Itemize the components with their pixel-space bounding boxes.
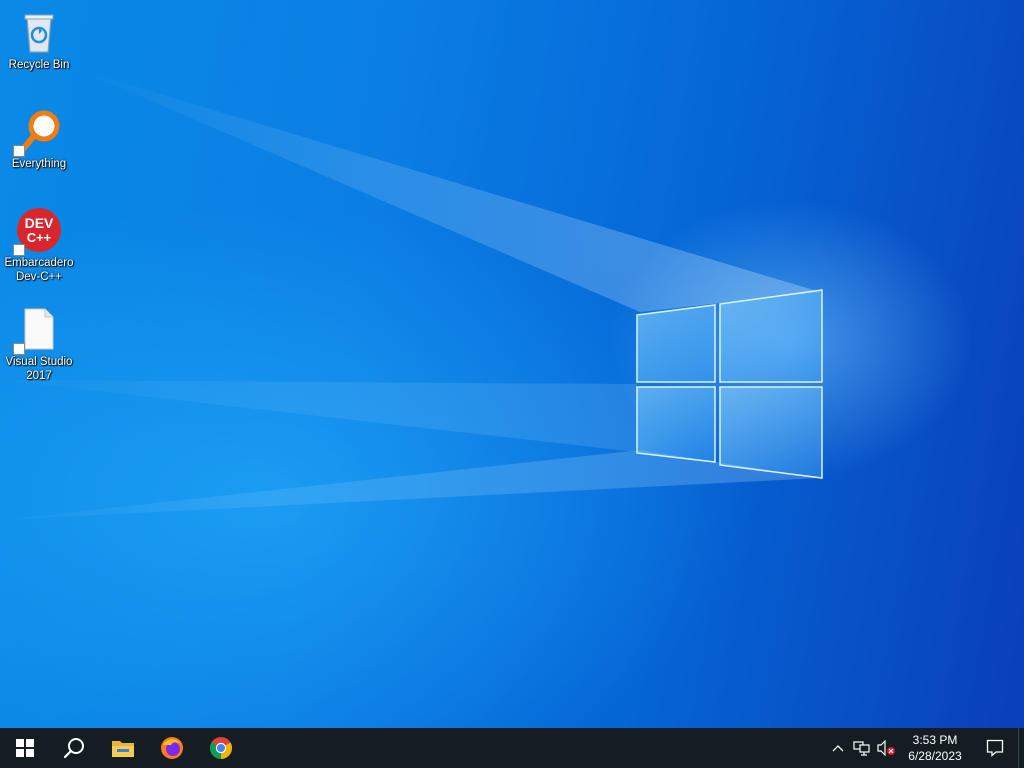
wallpaper-light-rays <box>0 70 823 520</box>
windows-logo <box>636 289 823 479</box>
desktop-icon-everything[interactable]: Everything <box>2 103 76 171</box>
recycle-bin-icon <box>15 8 63 56</box>
network-button[interactable] <box>850 728 874 768</box>
desktop-icon-devcpp[interactable]: DEV C++ Embarcadero Dev-C++ <box>2 202 76 284</box>
action-center-icon <box>986 739 1004 757</box>
desktop-icon-label: Recycle Bin <box>8 59 70 71</box>
windows-start-icon <box>15 739 34 757</box>
clock-time: 3:53 PM <box>912 733 958 747</box>
chrome-button[interactable] <box>196 728 245 768</box>
desktop-icon-label: Everything <box>11 158 67 170</box>
blank-file-icon <box>13 305 63 355</box>
folder-icon <box>111 741 134 757</box>
show-hidden-icons-button[interactable] <box>826 728 850 768</box>
firefox-button[interactable] <box>147 728 196 768</box>
file-explorer-button[interactable] <box>98 728 147 768</box>
search-icon <box>63 738 84 759</box>
network-icon <box>853 741 870 756</box>
svg-text:DEV: DEV <box>25 215 54 231</box>
shortcut-arrow-icon <box>13 244 25 256</box>
desktop-icon-recycle-bin[interactable]: Recycle Bin <box>2 4 76 72</box>
taskbar: 3:53 PM 6/28/2023 <box>0 728 1024 768</box>
start-button[interactable] <box>0 728 49 768</box>
search-button[interactable] <box>49 728 98 768</box>
action-center-button[interactable] <box>972 728 1018 768</box>
desktop-icon-label: Visual Studio 2017 <box>5 356 73 382</box>
clock-date: 6/28/2023 <box>908 749 962 763</box>
chrome-icon <box>209 737 232 759</box>
volume-muted-icon <box>877 740 895 756</box>
firefox-icon <box>160 737 183 759</box>
devcpp-icon: DEV C++ <box>13 206 63 256</box>
clock[interactable]: 3:53 PM 6/28/2023 <box>898 732 972 764</box>
show-desktop-button[interactable] <box>1018 728 1024 768</box>
chevron-up-icon <box>832 745 844 752</box>
everything-search-icon <box>13 107 63 157</box>
shortcut-arrow-icon <box>13 343 25 355</box>
desktop-icon-visual-studio[interactable]: Visual Studio 2017 <box>2 301 76 383</box>
system-tray: 3:53 PM 6/28/2023 <box>826 728 1024 768</box>
svg-text:C++: C++ <box>27 230 52 245</box>
desktop-icon-label: Embarcadero Dev-C++ <box>4 257 74 283</box>
volume-button[interactable] <box>874 728 898 768</box>
desktop[interactable]: Recycle Bin Everything DEV C++ Embarcade… <box>0 0 1024 728</box>
shortcut-arrow-icon <box>13 145 25 157</box>
